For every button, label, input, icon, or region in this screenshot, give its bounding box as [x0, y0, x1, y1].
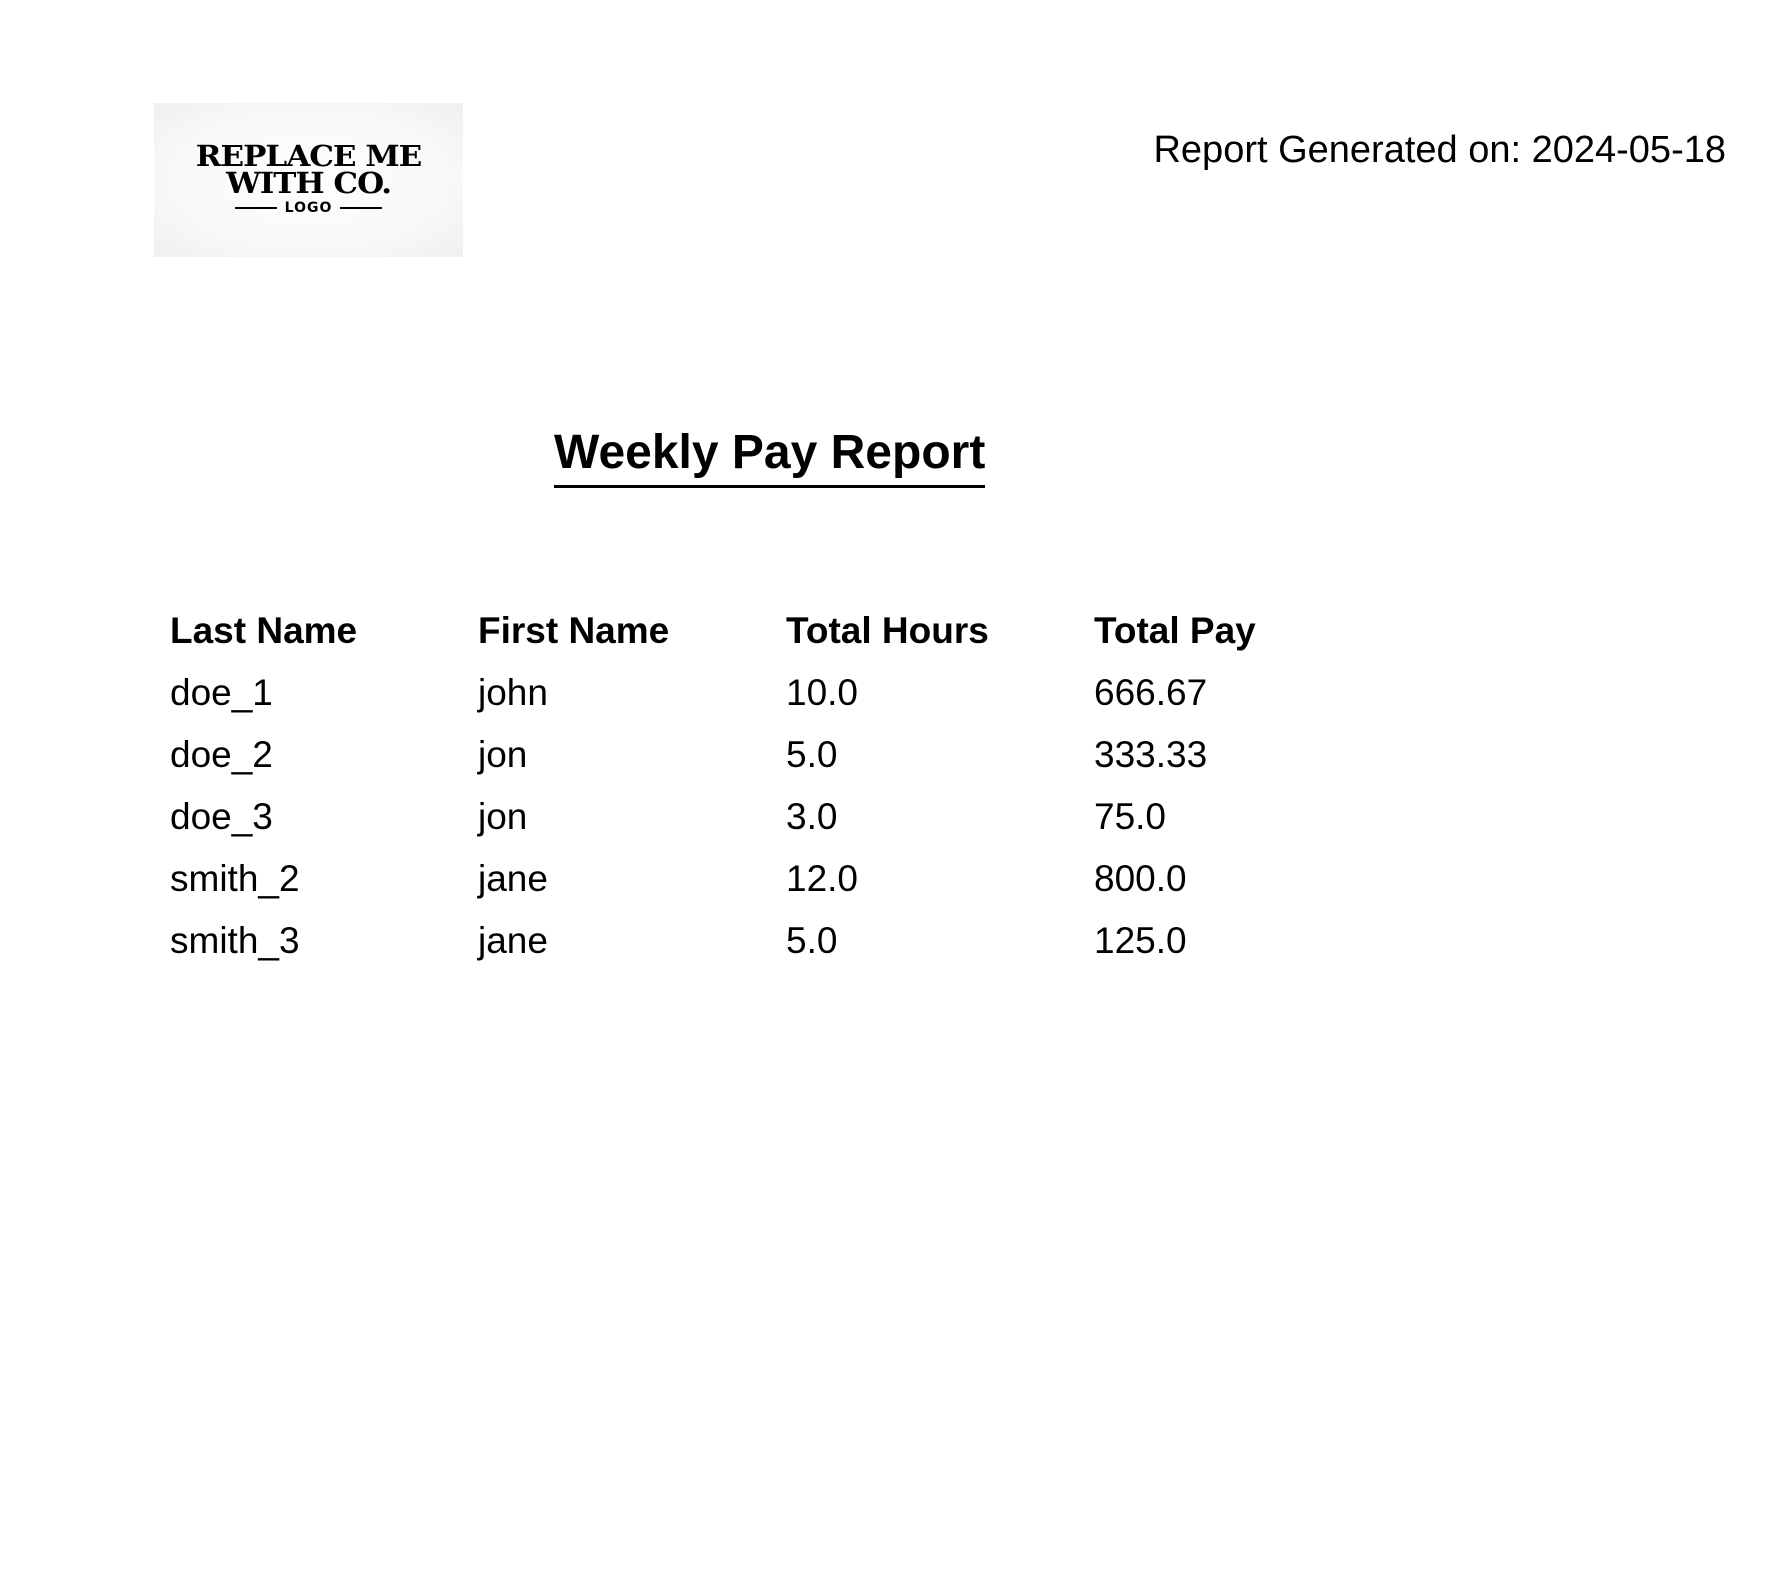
table-row: doe_3 jon 3.0 75.0 [170, 786, 1402, 848]
column-header-last-name: Last Name [170, 610, 358, 651]
logo-subtitle: LOGO [227, 200, 391, 216]
logo-rule-right [340, 207, 383, 209]
logo-subtitle-text: LOGO [284, 200, 333, 216]
title-underline [554, 485, 985, 488]
cell-total-pay: 333.33 [1094, 734, 1208, 775]
cell-last-name: doe_2 [170, 734, 273, 775]
column-header-first-name: First Name [478, 610, 670, 651]
cell-first-name: john [478, 672, 548, 713]
cell-first-name: jane [478, 858, 548, 899]
pay-table: Last Name First Name Total Hours Total P… [170, 600, 1402, 972]
table-header-row: Last Name First Name Total Hours Total P… [170, 600, 1402, 662]
logo-line-1: REPLACE ME [195, 140, 423, 174]
column-header-total-hours: Total Hours [786, 610, 989, 651]
cell-last-name: smith_3 [170, 920, 300, 961]
table-row: smith_2 jane 12.0 800.0 [170, 848, 1402, 910]
cell-total-hours: 3.0 [786, 796, 838, 837]
cell-first-name: jane [478, 920, 548, 961]
report-title: Weekly Pay Report [554, 426, 986, 479]
logo-line-2: WITH CO. [225, 167, 392, 201]
column-header-total-pay: Total Pay [1094, 610, 1256, 651]
cell-last-name: doe_3 [170, 796, 273, 837]
cell-first-name: jon [478, 734, 528, 775]
company-logo: REPLACE ME WITH CO. LOGO [154, 103, 463, 257]
cell-first-name: jon [478, 796, 528, 837]
cell-last-name: smith_2 [170, 858, 300, 899]
logo-rule-left [234, 207, 277, 209]
table-row: doe_1 john 10.0 666.67 [170, 662, 1402, 724]
cell-total-pay: 75.0 [1094, 796, 1167, 837]
cell-total-pay: 800.0 [1094, 858, 1187, 899]
cell-total-hours: 12.0 [786, 858, 859, 899]
cell-total-pay: 125.0 [1094, 920, 1187, 961]
table-row: smith_3 jane 5.0 125.0 [170, 910, 1402, 972]
cell-total-pay: 666.67 [1094, 672, 1208, 713]
report-generated-date: Report Generated on: 2024-05-18 [1153, 129, 1726, 171]
cell-total-hours: 5.0 [786, 734, 838, 775]
cell-total-hours: 10.0 [786, 672, 859, 713]
table-row: doe_2 jon 5.0 333.33 [170, 724, 1402, 786]
cell-total-hours: 5.0 [786, 920, 838, 961]
cell-last-name: doe_1 [170, 672, 273, 713]
